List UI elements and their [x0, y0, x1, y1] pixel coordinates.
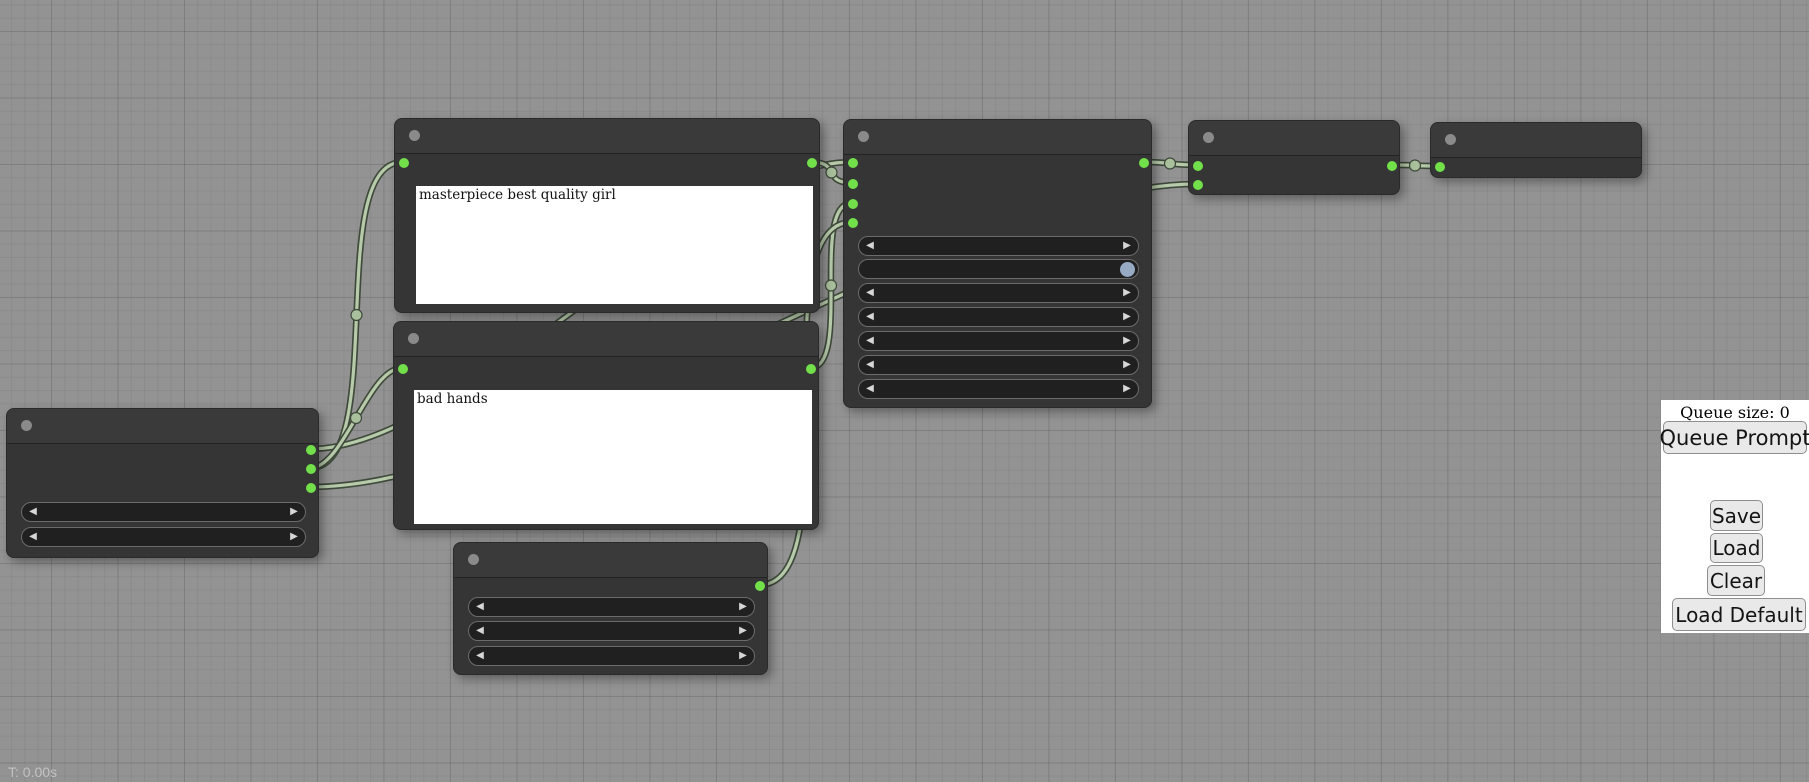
load-button[interactable]: Load [1710, 533, 1763, 563]
decrement-arrow-icon[interactable]: ◀ [469, 622, 491, 640]
node-clip-text-encode-negative[interactable]: bad hands [393, 321, 819, 530]
widget-seed[interactable]: ◀▶ [858, 236, 1139, 256]
node-collapse-dot-icon[interactable] [21, 420, 32, 431]
decrement-arrow-icon[interactable]: ◀ [859, 284, 881, 302]
widget-sampler-name[interactable]: ◀▶ [858, 331, 1139, 351]
execution-time-label: T: 0.00s [8, 764, 57, 780]
link-wire-outline-clip-to-negative-encode [310, 368, 402, 468]
increment-arrow-icon[interactable]: ▶ [283, 503, 305, 521]
decrement-arrow-icon[interactable]: ◀ [22, 528, 44, 546]
queue-prompt-button[interactable]: Queue Prompt [1663, 421, 1807, 454]
link-wire-clip-to-negative-encode [310, 368, 402, 468]
link-midpoint-dot-latent-to-vaedecode [1165, 158, 1176, 169]
increment-arrow-icon[interactable]: ▶ [283, 528, 305, 546]
node-sampler[interactable]: ◀▶◀▶◀▶◀▶◀▶◀▶ [843, 119, 1152, 408]
node-save-image[interactable] [1430, 122, 1642, 178]
queue-size-label: Queue size: 0 [1661, 403, 1809, 422]
widget-cfg[interactable]: ◀▶ [858, 307, 1139, 327]
link-midpoint-dot-positive-cond-to-sampler [826, 167, 837, 178]
widget-config-name[interactable]: ◀▶ [21, 502, 306, 522]
node-checkpoint-loader[interactable]: ◀▶◀▶ [6, 408, 319, 558]
output-slot-MODEL[interactable] [306, 445, 316, 455]
widget-ckpt-name[interactable]: ◀▶ [21, 527, 306, 547]
widget-steps[interactable]: ◀▶ [858, 283, 1139, 303]
output-slot-LATENT[interactable] [755, 581, 765, 591]
input-slot-positive[interactable] [848, 179, 858, 189]
save-button[interactable]: Save [1710, 500, 1763, 531]
increment-arrow-icon[interactable]: ▶ [1116, 380, 1138, 398]
increment-arrow-icon[interactable]: ▶ [1116, 332, 1138, 350]
node-empty-latent-image[interactable]: ◀▶◀▶◀▶ [453, 542, 768, 675]
node-titlebar-vae-decode[interactable] [1189, 121, 1399, 156]
input-slot-model[interactable] [848, 158, 858, 168]
widget-denoise[interactable]: ◀▶ [858, 379, 1139, 399]
prompt-textarea-clip-text-encode-positive[interactable]: masterpiece best quality girl [416, 186, 813, 304]
increment-arrow-icon[interactable]: ▶ [1116, 308, 1138, 326]
increment-arrow-icon[interactable]: ▶ [1116, 284, 1138, 302]
input-slot-samples[interactable] [1193, 161, 1203, 171]
node-collapse-dot-icon[interactable] [408, 333, 419, 344]
node-titlebar-sampler[interactable] [844, 120, 1151, 155]
decrement-arrow-icon[interactable]: ◀ [859, 308, 881, 326]
widget-scheduler[interactable]: ◀▶ [858, 355, 1139, 375]
link-midpoint-dot-clip-to-positive-encode [351, 310, 362, 321]
node-collapse-dot-icon[interactable] [1203, 132, 1214, 143]
input-slot-negative[interactable] [848, 199, 858, 209]
input-slot-clip[interactable] [398, 364, 408, 374]
increment-arrow-icon[interactable]: ▶ [732, 598, 754, 616]
decrement-arrow-icon[interactable]: ◀ [22, 503, 44, 521]
input-slot-vae[interactable] [1193, 180, 1203, 190]
input-slot-latent_image[interactable] [848, 218, 858, 228]
load-default-button[interactable]: Load Default [1672, 598, 1806, 631]
node-titlebar-empty-latent-image[interactable] [454, 543, 767, 578]
increment-arrow-icon[interactable]: ▶ [732, 647, 754, 665]
increment-arrow-icon[interactable]: ▶ [1116, 237, 1138, 255]
link-midpoint-dot-negative-cond-to-sampler [826, 280, 837, 291]
node-vae-decode[interactable] [1188, 120, 1400, 195]
widget-height[interactable]: ◀▶ [468, 621, 755, 641]
decrement-arrow-icon[interactable]: ◀ [859, 237, 881, 255]
node-titlebar-checkpoint-loader[interactable] [7, 409, 318, 444]
link-wire-outline-clip-to-positive-encode [310, 162, 403, 468]
node-clip-text-encode-positive[interactable]: masterpiece best quality girl [394, 118, 820, 313]
input-slot-clip[interactable] [399, 158, 409, 168]
output-slot-CLIP[interactable] [306, 464, 316, 474]
widget-random-seed-after-every-gen[interactable] [858, 259, 1139, 279]
node-collapse-dot-icon[interactable] [468, 554, 479, 565]
link-midpoint-dot-clip-to-negative-encode [351, 413, 362, 424]
output-slot-LATENT[interactable] [1139, 158, 1149, 168]
decrement-arrow-icon[interactable]: ◀ [859, 332, 881, 350]
decrement-arrow-icon[interactable]: ◀ [469, 647, 491, 665]
output-slot-VAE[interactable] [306, 483, 316, 493]
node-collapse-dot-icon[interactable] [1445, 134, 1456, 145]
increment-arrow-icon[interactable]: ▶ [1116, 356, 1138, 374]
link-midpoint-dot-image-to-saveimage [1410, 160, 1421, 171]
input-slot-images[interactable] [1435, 162, 1445, 172]
clear-button[interactable]: Clear [1707, 565, 1765, 596]
decrement-arrow-icon[interactable]: ◀ [859, 356, 881, 374]
increment-arrow-icon[interactable]: ▶ [732, 622, 754, 640]
node-collapse-dot-icon[interactable] [409, 130, 420, 141]
graph-canvas[interactable]: ◀▶◀▶masterpiece best quality girlbad han… [0, 0, 1809, 782]
widget-width[interactable]: ◀▶ [468, 597, 755, 617]
decrement-arrow-icon[interactable]: ◀ [469, 598, 491, 616]
output-slot-IMAGE[interactable] [1387, 161, 1397, 171]
node-titlebar-clip-text-encode-negative[interactable] [394, 322, 818, 357]
node-collapse-dot-icon[interactable] [858, 131, 869, 142]
node-titlebar-clip-text-encode-positive[interactable] [395, 119, 819, 154]
decrement-arrow-icon[interactable]: ◀ [859, 380, 881, 398]
output-slot-CONDITIONING[interactable] [807, 158, 817, 168]
output-slot-CONDITIONING[interactable] [806, 364, 816, 374]
prompt-textarea-clip-text-encode-negative[interactable]: bad hands [414, 390, 812, 524]
toggle-circle-icon[interactable] [1120, 262, 1135, 277]
queue-sidebar-panel: Queue size: 0 Queue Prompt Save Load Cle… [1661, 400, 1809, 633]
node-titlebar-save-image[interactable] [1431, 123, 1641, 158]
link-wire-clip-to-positive-encode [310, 162, 403, 468]
widget-batch-size[interactable]: ◀▶ [468, 646, 755, 666]
